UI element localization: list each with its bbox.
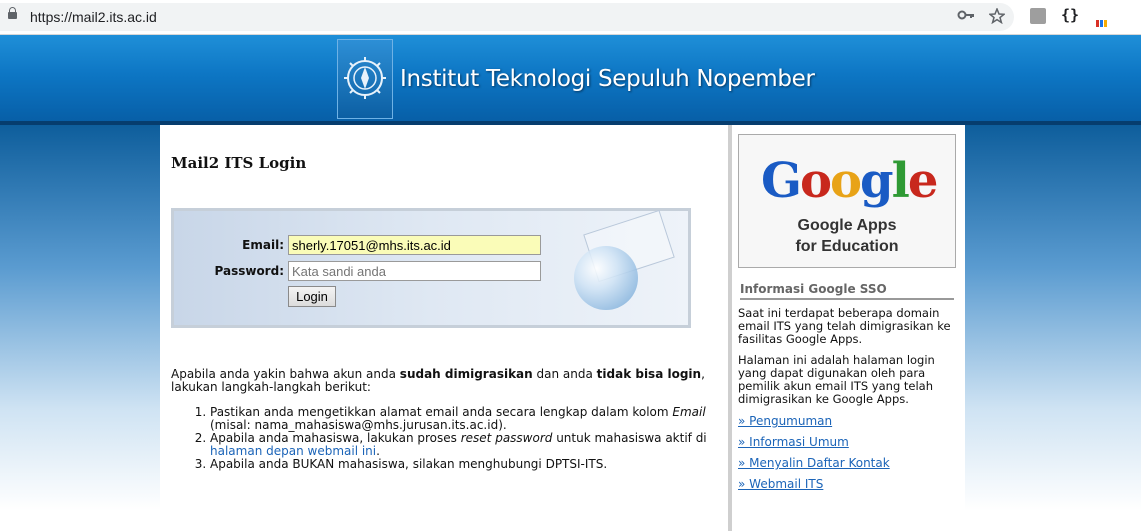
instructions-intro: Apabila anda yakin bahwa akun anda sudah… — [171, 367, 705, 394]
globe-icon — [574, 246, 638, 310]
list-item: Pastikan anda mengetikkan alamat email a… — [210, 406, 740, 432]
sidebar: Google Google Apps for Education Informas… — [732, 125, 965, 531]
google-logo: Google — [761, 153, 938, 209]
login-form: Email: Password: Login — [171, 208, 691, 328]
main-content: Mail2 ITS Login Email: Password: Login A… — [160, 125, 728, 531]
sso-paragraph-1: Saat ini terdapat beberapa domain email … — [738, 306, 951, 346]
pengumuman-link[interactable]: » Pengumuman — [738, 414, 832, 428]
right-background — [965, 125, 1141, 531]
browser-toolbar: https://mail2.its.ac.id {} — [0, 0, 1141, 35]
menyalin-daftar-kontak-link[interactable]: » Menyalin Daftar Kontak — [738, 456, 890, 470]
informasi-umum-link[interactable]: » Informasi Umum — [738, 435, 849, 449]
webmail-its-link[interactable]: » Webmail ITS — [738, 477, 823, 491]
extension-icon[interactable] — [1030, 8, 1046, 24]
sso-paragraph-2: Halaman ini adalah halaman login yang da… — [738, 353, 935, 406]
url-text[interactable]: https://mail2.its.ac.id — [30, 9, 157, 25]
email-label: Email: — [242, 238, 284, 252]
page-title: Mail2 ITS Login — [171, 154, 307, 172]
login-button[interactable]: Login — [288, 286, 336, 307]
its-logo — [337, 39, 393, 119]
password-label: Password: — [214, 264, 285, 278]
instructions-list: Pastikan anda mengetikkan alamat email a… — [187, 406, 740, 471]
sso-heading: Informasi Google SSO — [740, 282, 954, 300]
lock-icon[interactable] — [8, 7, 17, 19]
address-bar[interactable]: https://mail2.its.ac.id — [0, 3, 1014, 31]
email-field[interactable] — [288, 235, 541, 255]
star-icon[interactable] — [988, 6, 1006, 29]
left-background — [0, 125, 160, 531]
webmail-homepage-link[interactable]: halaman depan webmail ini — [210, 444, 376, 458]
password-field[interactable] — [288, 261, 541, 281]
list-item: Apabila anda mahasiswa, lakukan proses r… — [210, 432, 740, 458]
braces-icon[interactable]: {} — [1061, 6, 1079, 24]
bars-icon[interactable] — [1096, 12, 1110, 27]
site-title: Institut Teknologi Sepuluh Nopember — [400, 66, 815, 92]
google-apps-banner[interactable]: Google Google Apps for Education — [738, 134, 956, 268]
google-apps-caption: Google Apps for Education — [795, 217, 899, 255]
list-item: Apabila anda BUKAN mahasiswa, silakan me… — [210, 458, 740, 471]
key-icon[interactable] — [957, 8, 975, 27]
